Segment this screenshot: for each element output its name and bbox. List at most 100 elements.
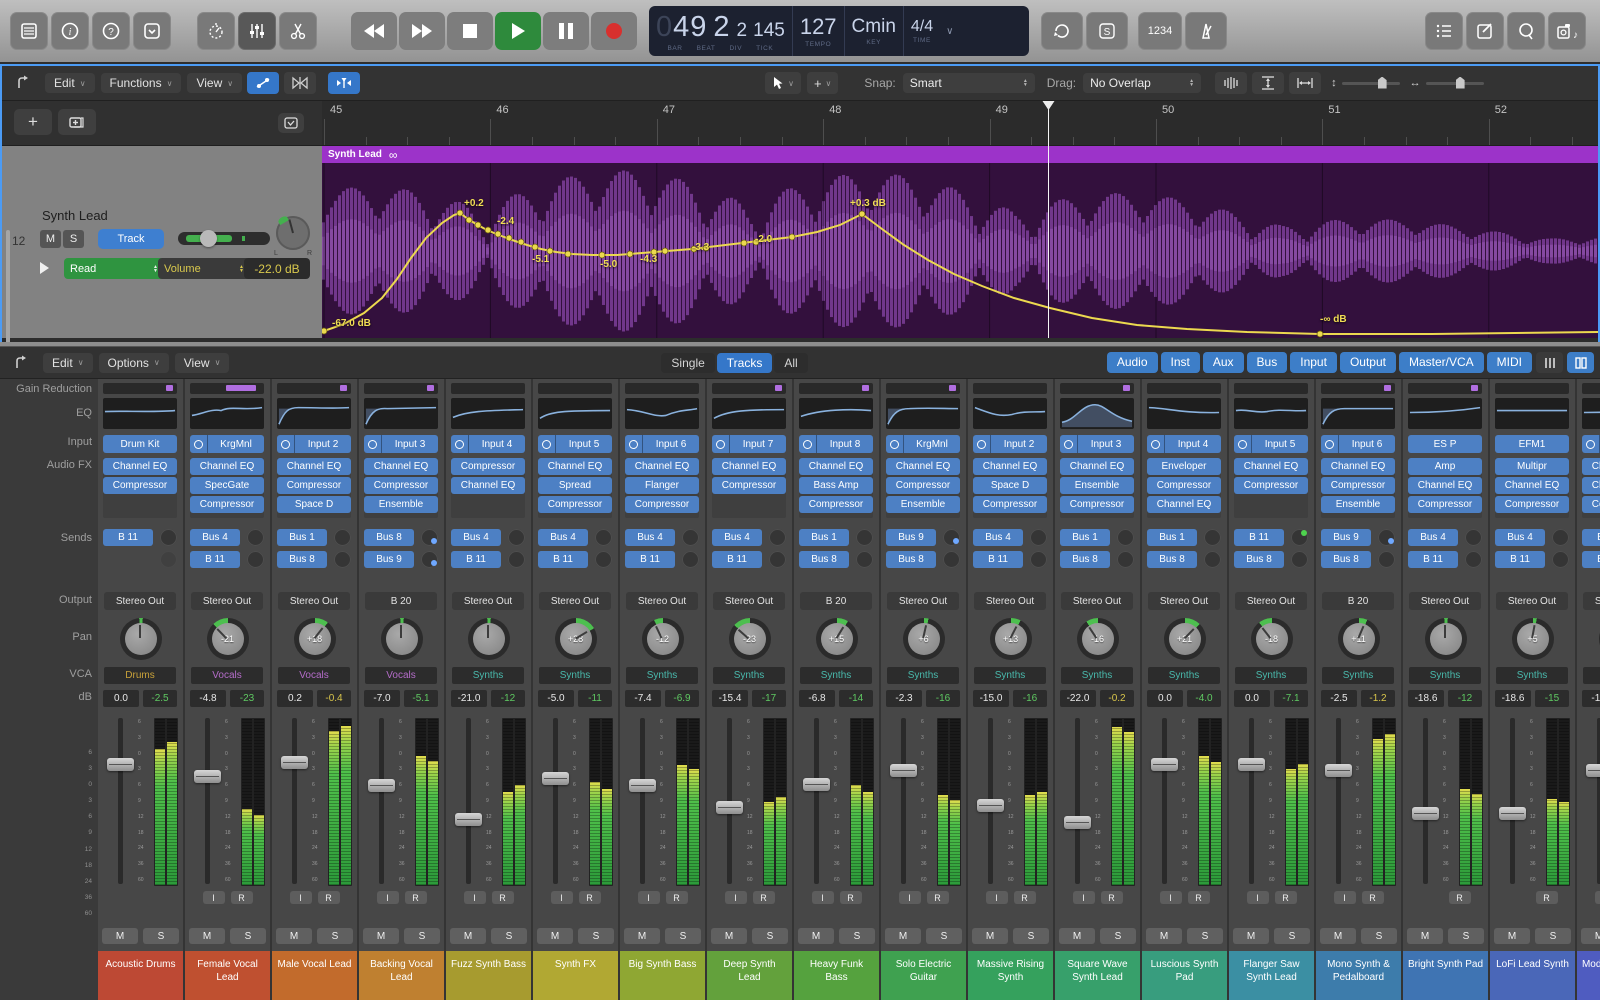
channel-name[interactable]: Backing Vocal Lead <box>359 951 444 1000</box>
channel-mute-button[interactable]: M <box>450 928 486 944</box>
send-knob[interactable] <box>160 529 177 546</box>
volume-value[interactable]: 0.0 <box>1147 690 1183 707</box>
channel-mute-button[interactable]: M <box>1407 928 1443 944</box>
horizontal-zoom-slider[interactable]: ↔ <box>1410 77 1484 89</box>
output-button[interactable]: B 20 <box>800 592 872 610</box>
track-name[interactable]: Synth Lead <box>42 208 108 223</box>
send-knob[interactable] <box>421 529 438 546</box>
input-monitor-button[interactable]: I <box>377 891 399 904</box>
view-menu[interactable]: View∨ <box>187 73 242 93</box>
apple-loops-icon[interactable] <box>1507 12 1545 50</box>
notepad-icon[interactable] <box>1466 12 1504 50</box>
volume-value[interactable]: -18.6 <box>1408 690 1444 707</box>
eq-thumbnail[interactable] <box>538 398 612 429</box>
bar-ruler[interactable]: 4546474849505152 <box>322 101 1598 146</box>
fx-slot[interactable]: Compressor <box>886 477 960 494</box>
list-editors-icon[interactable] <box>1425 12 1463 50</box>
vca-label[interactable]: Synths <box>1148 667 1220 684</box>
channel-mute-button[interactable]: M <box>189 928 225 944</box>
fader-handle[interactable] <box>542 772 569 785</box>
input-monitor-button[interactable]: I <box>899 891 921 904</box>
add-track-button[interactable]: + <box>14 109 52 135</box>
automation-curve-icon[interactable] <box>247 72 279 94</box>
fader-handle[interactable] <box>194 770 221 783</box>
fader-handle[interactable] <box>1499 807 1526 820</box>
fx-slot[interactable]: Compressor <box>364 477 438 494</box>
input-button[interactable]: ES P <box>1408 435 1482 453</box>
record-enable-button[interactable]: R <box>927 891 949 904</box>
send-knob[interactable] <box>508 551 525 568</box>
input-button[interactable]: Drum Kit <box>103 435 177 453</box>
pan-knob[interactable] <box>468 618 510 660</box>
send-knob[interactable] <box>247 551 264 568</box>
send-button[interactable]: B 11 <box>190 551 240 568</box>
channel-name[interactable]: Heavy Funk Bass <box>794 951 879 1000</box>
send-knob[interactable] <box>1030 529 1047 546</box>
channel-mute-button[interactable]: M <box>276 928 312 944</box>
send-button[interactable]: Bus 4 <box>1408 529 1458 546</box>
eq-thumbnail[interactable] <box>103 398 177 429</box>
pan-knob[interactable]: +5 <box>1512 618 1554 660</box>
channel-solo-button[interactable]: S <box>1448 928 1484 944</box>
input-monitor-button[interactable]: I <box>1595 891 1600 904</box>
volume-value[interactable]: -7.4 <box>625 690 661 707</box>
send-button[interactable]: Bus 1 <box>1060 529 1110 546</box>
record-enable-button[interactable]: R <box>753 891 775 904</box>
filter-output[interactable]: Output <box>1340 352 1396 373</box>
automation-point[interactable] <box>457 210 463 216</box>
eq-thumbnail[interactable] <box>625 398 699 429</box>
channel-mute-button[interactable]: M <box>1059 928 1095 944</box>
eq-thumbnail[interactable] <box>1582 398 1600 429</box>
fx-slot[interactable]: Channel EQ <box>1582 477 1600 494</box>
input-button[interactable]: Input 2 <box>277 435 351 453</box>
input-monitor-circle-icon[interactable] <box>712 435 730 453</box>
channel-mute-button[interactable]: M <box>1233 928 1269 944</box>
pan-knob[interactable]: -16 <box>1077 618 1119 660</box>
mixer-tab-all[interactable]: All <box>774 353 807 373</box>
fader-handle[interactable] <box>1586 764 1600 777</box>
pause-button[interactable] <box>543 12 589 50</box>
input-button[interactable]: Input 4 <box>1147 435 1221 453</box>
pan-knob[interactable]: +11 <box>1338 618 1380 660</box>
send-knob[interactable] <box>1465 551 1482 568</box>
send-button[interactable]: B 11 <box>1408 551 1458 568</box>
input-monitor-button[interactable]: I <box>203 891 225 904</box>
input-monitor-button[interactable]: I <box>638 891 660 904</box>
vertical-auto-zoom-icon[interactable] <box>1252 72 1284 94</box>
fx-slot[interactable]: Compressor <box>451 458 525 475</box>
send-button[interactable]: B 11 <box>712 551 762 568</box>
vca-label[interactable]: Synths <box>1496 667 1568 684</box>
output-button[interactable]: Stereo Out <box>539 592 611 610</box>
eq-thumbnail[interactable] <box>1060 398 1134 429</box>
filter-input[interactable]: Input <box>1290 352 1337 373</box>
catch-playhead-icon[interactable] <box>328 72 360 94</box>
functions-menu[interactable]: Functions∨ <box>101 73 182 93</box>
send-knob[interactable] <box>1291 529 1308 546</box>
editors-scissors-icon[interactable] <box>279 12 317 50</box>
vca-label[interactable]: Synths <box>1583 667 1600 684</box>
eq-thumbnail[interactable] <box>277 398 351 429</box>
send-button[interactable]: B 11 <box>451 551 501 568</box>
pan-knob[interactable]: +28 <box>555 618 597 660</box>
record-enable-button[interactable]: R <box>405 891 427 904</box>
send-knob[interactable] <box>943 551 960 568</box>
vca-label[interactable]: Vocals <box>278 667 350 684</box>
automation-target-button[interactable]: Track <box>98 229 164 249</box>
record-enable-button[interactable]: R <box>579 891 601 904</box>
channel-mute-button[interactable]: M <box>711 928 747 944</box>
automation-point[interactable] <box>565 251 571 257</box>
pan-knob[interactable]: -12 <box>642 618 684 660</box>
input-monitor-button[interactable]: I <box>1334 891 1356 904</box>
send-button[interactable]: B 11 <box>1234 529 1284 546</box>
eq-thumbnail[interactable] <box>1234 398 1308 429</box>
send-knob[interactable] <box>421 551 438 568</box>
pan-knob[interactable]: +15 <box>816 618 858 660</box>
channel-name[interactable]: Fuzz Synth Bass <box>446 951 531 1000</box>
input-button[interactable]: KrgMnl <box>190 435 264 453</box>
channel-solo-button[interactable]: S <box>230 928 266 944</box>
output-button[interactable]: Stereo Out <box>974 592 1046 610</box>
automation-point[interactable] <box>789 234 795 240</box>
record-enable-button[interactable]: R <box>1188 891 1210 904</box>
vca-label[interactable]: Synths <box>1061 667 1133 684</box>
automation-point[interactable] <box>741 240 747 246</box>
